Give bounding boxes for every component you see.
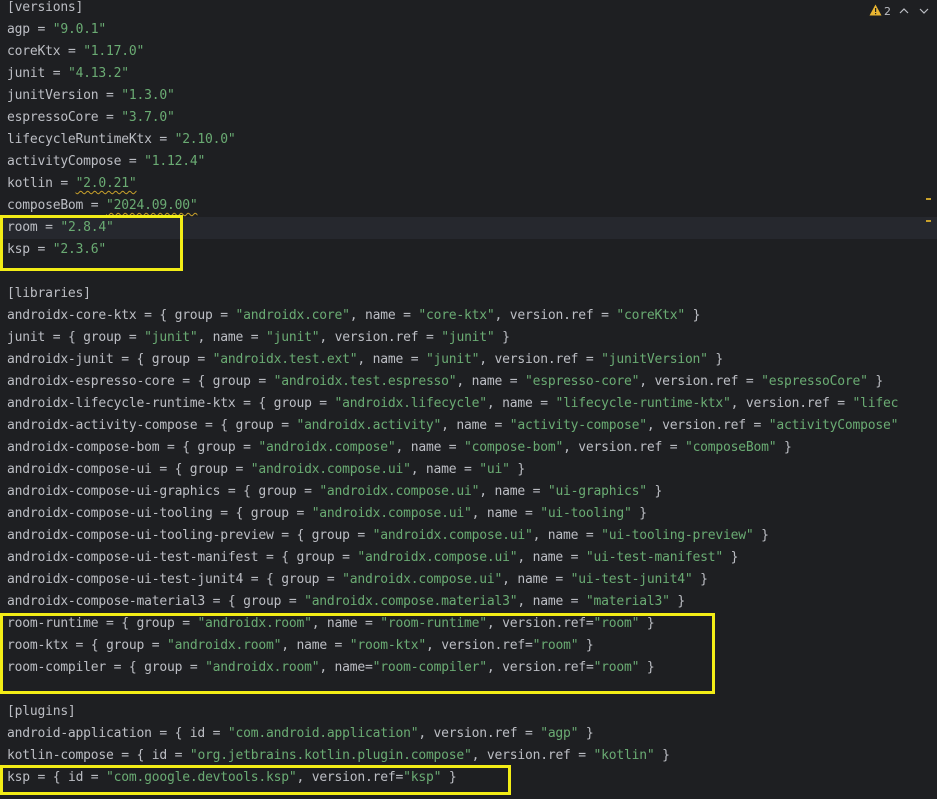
version-value: "1.17.0": [83, 44, 145, 59]
library-definition: { group = "androidx.compose.ui", name = …: [235, 506, 648, 521]
library-entry-androidx-compose-material3[interactable]: androidx-compose-material3 = { group = "…: [7, 591, 685, 613]
version-value: "4.13.2": [67, 66, 129, 81]
warning-stripe-mark[interactable]: [926, 198, 931, 200]
library-key: androidx-core-ktx: [7, 308, 137, 323]
library-definition: { group = "androidx.core", name = "core-…: [159, 308, 701, 323]
library-key: androidx-compose-ui-tooling: [7, 506, 213, 521]
section-header-libraries[interactable]: [libraries]: [7, 283, 91, 305]
version-key: kotlin: [7, 176, 53, 191]
library-definition: { group = "androidx.compose", name = "co…: [182, 440, 792, 455]
library-key: androidx-compose-bom: [7, 440, 160, 455]
library-entry-androidx-compose-ui[interactable]: androidx-compose-ui = { group = "android…: [7, 459, 525, 481]
library-definition: { group = "androidx.compose.ui", name = …: [281, 550, 739, 565]
library-key: androidx-compose-ui-tooling-preview: [7, 528, 274, 543]
version-entry-lifecycleRuntimeKtx[interactable]: lifecycleRuntimeKtx = "2.10.0": [7, 129, 236, 151]
library-definition: { group = "androidx.lifecycle", name = "…: [258, 396, 899, 411]
library-entry-androidx-compose-ui-test-manifest[interactable]: androidx-compose-ui-test-manifest = { gr…: [7, 547, 738, 569]
plugin-key: kotlin-compose: [7, 748, 114, 763]
library-entry-androidx-compose-bom[interactable]: androidx-compose-bom = { group = "androi…: [7, 437, 792, 459]
version-value: "9.0.1": [52, 22, 107, 37]
library-entry-androidx-compose-ui-graphics[interactable]: androidx-compose-ui-graphics = { group =…: [7, 481, 662, 503]
chevron-down-icon[interactable]: [917, 4, 931, 18]
version-value: "2.0.21": [75, 176, 137, 191]
highlight-box-ksp-plugin: [0, 765, 511, 795]
version-key: lifecycleRuntimeKtx: [7, 132, 152, 147]
library-definition: { group = "androidx.compose.ui", name = …: [265, 572, 708, 587]
plugin-definition: { id = "org.jetbrains.kotlin.plugin.comp…: [136, 748, 670, 763]
library-entry-androidx-espresso-core[interactable]: androidx-espresso-core = { group = "andr…: [7, 371, 883, 393]
version-entry-kotlin[interactable]: kotlin = "2.0.21": [7, 173, 137, 195]
library-definition: { group = "androidx.compose.material3", …: [227, 594, 685, 609]
version-key: activityCompose: [7, 154, 122, 169]
version-key: agp: [7, 22, 30, 37]
version-value: "1.12.4": [144, 154, 206, 169]
library-definition: { group = "androidx.activity", name = "a…: [220, 418, 899, 433]
library-definition: { group = "androidx.test.espresso", name…: [197, 374, 883, 389]
library-key: androidx-junit: [7, 352, 114, 367]
library-key: androidx-compose-ui-graphics: [7, 484, 221, 499]
library-entry-androidx-lifecycle-runtime-ktx[interactable]: androidx-lifecycle-runtime-ktx = { group…: [7, 393, 898, 415]
version-entry-composeBom[interactable]: composeBom = "2024.09.00": [7, 195, 198, 217]
library-key: androidx-compose-material3: [7, 594, 206, 609]
plugin-entry-android-application[interactable]: android-application = { id = "com.androi…: [7, 723, 594, 745]
plugin-key: android-application: [7, 726, 152, 741]
section-header-plugins[interactable]: [plugins]: [7, 701, 76, 723]
chevron-up-icon[interactable]: [897, 4, 911, 18]
library-key: androidx-compose-ui-test-junit4: [7, 572, 244, 587]
library-key: androidx-lifecycle-runtime-ktx: [7, 396, 236, 411]
section-header-label: [plugins]: [7, 704, 76, 719]
library-entry-androidx-activity-compose[interactable]: androidx-activity-compose = { group = "a…: [7, 415, 898, 437]
version-key: junitVersion: [7, 88, 99, 103]
library-definition: { group = "androidx.compose.ui", name = …: [243, 484, 663, 499]
library-key: androidx-activity-compose: [7, 418, 198, 433]
warning-counter[interactable]: 2: [869, 4, 891, 19]
version-key: composeBom: [7, 198, 84, 213]
version-entry-activityCompose[interactable]: activityCompose = "1.12.4": [7, 151, 205, 173]
library-entry-junit[interactable]: junit = { group = "junit", name = "junit…: [7, 327, 510, 349]
version-value: "2024.09.00": [106, 198, 198, 213]
library-entry-androidx-junit[interactable]: androidx-junit = { group = "androidx.tes…: [7, 349, 723, 371]
library-entry-androidx-core-ktx[interactable]: androidx-core-ktx = { group = "androidx.…: [7, 305, 700, 327]
version-entry-agp[interactable]: agp = "9.0.1": [7, 19, 106, 41]
warning-stripe-mark[interactable]: [926, 220, 931, 222]
library-key: androidx-espresso-core: [7, 374, 175, 389]
version-key: junit: [7, 66, 46, 81]
library-definition: { group = "androidx.compose.ui", name = …: [296, 528, 769, 543]
highlight-box-versions-room-ksp: [0, 215, 183, 271]
version-value: "1.3.0": [121, 88, 175, 103]
library-key: androidx-compose-ui-test-manifest: [7, 550, 259, 565]
version-value: "2.10.0": [174, 132, 236, 147]
version-key: espressoCore: [7, 110, 99, 125]
library-definition: { group = "junit", name = "junit", versi…: [67, 330, 510, 345]
version-value: "3.7.0": [121, 110, 175, 125]
version-entry-espressoCore[interactable]: espressoCore = "3.7.0": [7, 107, 175, 129]
version-key: coreKtx: [7, 44, 61, 59]
library-key: junit: [7, 330, 46, 345]
section-header-label: [versions]: [7, 0, 84, 15]
library-key: androidx-compose-ui: [7, 462, 152, 477]
library-entry-androidx-compose-ui-tooling-preview[interactable]: androidx-compose-ui-tooling-preview = { …: [7, 525, 769, 547]
warning-triangle-icon: [869, 4, 882, 19]
library-entry-androidx-compose-ui-test-junit4[interactable]: androidx-compose-ui-test-junit4 = { grou…: [7, 569, 708, 591]
highlight-box-room-libraries: [0, 613, 715, 694]
version-entry-coreKtx[interactable]: coreKtx = "1.17.0": [7, 41, 144, 63]
library-definition: { group = "androidx.test.ext", name = "j…: [136, 352, 724, 367]
warning-count: 2: [884, 4, 891, 18]
section-header-label: [libraries]: [7, 286, 91, 301]
plugin-entry-kotlin-compose[interactable]: kotlin-compose = { id = "org.jetbrains.k…: [7, 745, 670, 767]
library-entry-androidx-compose-ui-tooling[interactable]: androidx-compose-ui-tooling = { group = …: [7, 503, 647, 525]
version-entry-junitVersion[interactable]: junitVersion = "1.3.0": [7, 85, 175, 107]
library-definition: { group = "androidx.compose.ui", name = …: [174, 462, 526, 477]
code-editor[interactable]: [versions] agp = "9.0.1" coreKtx = "1.17.0…: [0, 0, 937, 799]
plugin-definition: { id = "com.android.application", versio…: [174, 726, 594, 741]
error-stripe[interactable]: [926, 0, 932, 799]
version-entry-junit[interactable]: junit = "4.13.2": [7, 63, 129, 85]
inspection-widget[interactable]: 2: [869, 0, 937, 22]
section-header-versions[interactable]: [versions]: [7, 0, 83, 19]
